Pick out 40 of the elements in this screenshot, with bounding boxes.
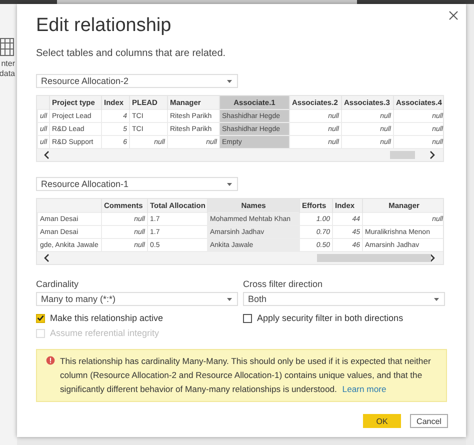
dropdown-value: Both xyxy=(248,294,267,304)
cancel-button[interactable]: Cancel xyxy=(410,414,448,428)
scroll-right-icon xyxy=(430,151,435,159)
caret-icon xyxy=(227,80,232,82)
dialog-title: Edit relationship xyxy=(36,15,172,37)
scroll-left-icon xyxy=(44,151,49,159)
dropdown-value: Resource Allocation-1 xyxy=(41,179,129,189)
checkbox[interactable] xyxy=(243,314,252,322)
close-button[interactable] xyxy=(447,9,460,22)
warning-text: This relationship has cardinality Many-Many. This should only be used if it is expected that neither column (Resource Allocation-2 and Resource Allocation-1) contains unique values, and that the significantly different behavior of Many-many relationships is understood. Learn more xyxy=(60,355,432,396)
dropdown[interactable]: Many to many (*:*) xyxy=(36,292,238,306)
scroll-right-icon xyxy=(430,254,435,262)
close-icon xyxy=(449,11,458,20)
dropdown-value: Resource Allocation-2 xyxy=(41,76,129,86)
caret-icon xyxy=(227,182,232,186)
checkmark-icon xyxy=(37,315,44,321)
caret-icon xyxy=(434,298,439,300)
checkbox-label: Assume referential integrity xyxy=(50,328,160,338)
field-label: Cross filter direction xyxy=(243,279,324,289)
caret-icon xyxy=(227,298,232,300)
dropdown[interactable]: Resource Allocation-1 xyxy=(36,177,238,191)
ok-button[interactable]: OK xyxy=(363,414,401,428)
learn-more-link[interactable]: Learn more xyxy=(342,384,386,394)
column-header[interactable] xyxy=(38,199,102,212)
dialog-subtitle: Select tables and columns that are related. xyxy=(36,48,226,59)
checkbox-label: Make this relationship active xyxy=(50,313,164,323)
scroll-left-icon xyxy=(44,254,49,262)
dropdown[interactable]: Both xyxy=(243,292,445,306)
scrollbar-thumb[interactable] xyxy=(390,151,415,159)
dropdown-value: Many to many (*:*) xyxy=(41,294,116,304)
table-icon xyxy=(0,38,14,56)
dropdown[interactable]: Resource Allocation-2 xyxy=(36,74,238,88)
ribbon-label: data xyxy=(0,69,15,79)
ribbon-label: nter xyxy=(1,59,15,69)
checkbox-label: Apply security filter in both directions xyxy=(257,313,404,323)
scrollbar-thumb[interactable] xyxy=(317,254,431,262)
column-header[interactable] xyxy=(38,96,50,110)
warning-icon xyxy=(46,356,55,365)
field-label: Cardinality xyxy=(36,279,80,289)
checkbox[interactable] xyxy=(36,314,45,322)
